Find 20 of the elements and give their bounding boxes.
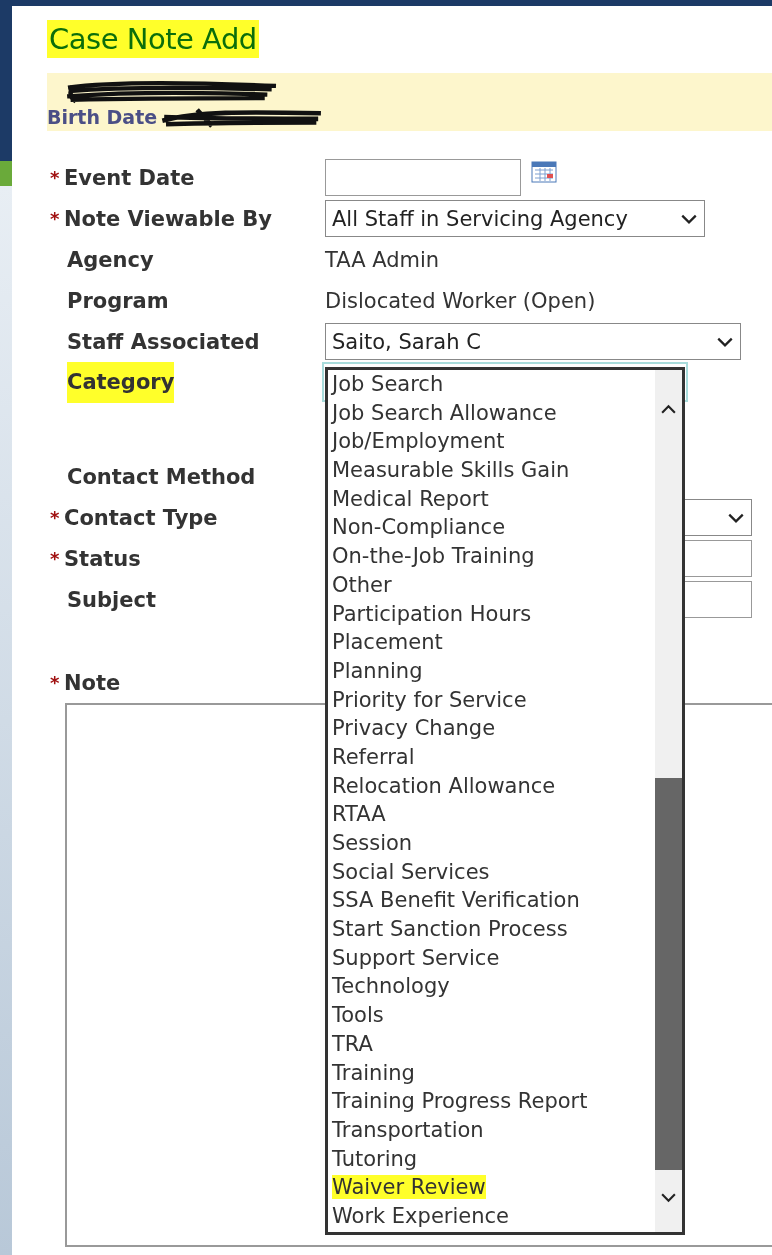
field-label: Note Viewable By <box>64 206 272 231</box>
field-label: Program <box>67 288 169 313</box>
field-label: Category <box>67 362 175 403</box>
field-label: Event Date <box>64 165 195 190</box>
field-label: Subject <box>67 587 157 612</box>
required-mark: * <box>50 208 61 229</box>
page-title: Case Note Add <box>47 20 259 58</box>
required-mark: * <box>50 167 61 188</box>
required-mark: * <box>50 548 61 569</box>
field-label: Status <box>64 546 141 571</box>
required-mark: * <box>50 507 61 528</box>
required-mark: * <box>50 672 61 693</box>
field-value: TAA Admin <box>325 247 440 272</box>
field-label: Agency <box>67 247 154 272</box>
field-label: Contact Method <box>67 464 256 489</box>
field-label: Note <box>64 670 121 695</box>
field-label: Staff Associated <box>67 329 260 354</box>
field-label: Contact Type <box>64 505 218 530</box>
birth-date-label: Birth Date <box>47 106 158 128</box>
field-value: Dislocated Worker (Open) <box>325 288 596 313</box>
